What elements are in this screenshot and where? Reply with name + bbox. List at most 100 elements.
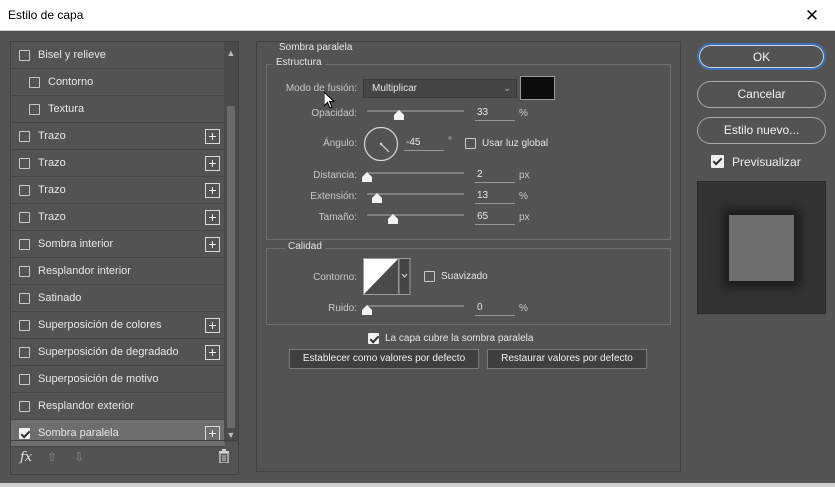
contour-label: Contorno: xyxy=(313,272,357,283)
scroll-thumb[interactable] xyxy=(227,106,235,428)
sidebar-item-checkbox[interactable] xyxy=(19,427,30,439)
sidebar-item[interactable]: Bisel y relieve xyxy=(11,42,225,69)
sidebar-item-label: Superposición de colores xyxy=(38,319,162,331)
fx-icon[interactable]: fx xyxy=(20,450,32,465)
sidebar-item-checkbox[interactable] xyxy=(19,157,30,169)
add-icon[interactable]: + xyxy=(205,318,220,333)
scroll-up-icon[interactable]: ▲ xyxy=(226,48,236,58)
size-unit: px xyxy=(519,212,530,223)
sidebar-item[interactable]: Trazo + xyxy=(11,177,225,204)
sidebar-item[interactable]: Trazo + xyxy=(11,204,225,231)
sidebar-item-checkbox[interactable] xyxy=(19,319,30,331)
sidebar-item-checkbox[interactable] xyxy=(19,238,30,250)
sidebar-item-label: Trazo xyxy=(38,184,66,196)
sidebar-item-checkbox[interactable] xyxy=(19,184,30,196)
sidebar-item-checkbox[interactable] xyxy=(19,265,30,277)
sidebar-item[interactable]: Resplandor interior xyxy=(11,258,225,285)
sidebar-item-label: Superposición de motivo xyxy=(38,373,159,385)
antialias-checkbox[interactable] xyxy=(424,271,435,282)
opacity-input[interactable]: 33 xyxy=(475,106,515,121)
size-track[interactable] xyxy=(367,214,464,216)
angle-input[interactable]: -45 xyxy=(404,136,444,151)
spread-input[interactable]: 13 xyxy=(475,189,515,204)
contour-picker[interactable] xyxy=(363,258,411,296)
sidebar-item[interactable]: Superposición de motivo xyxy=(11,366,225,393)
spread-label: Extensión: xyxy=(310,191,357,202)
preview-checkbox[interactable] xyxy=(711,155,724,168)
global-light-checkbox[interactable] xyxy=(465,138,476,149)
close-icon[interactable]: ✕ xyxy=(789,0,835,31)
spread-slider-knob[interactable] xyxy=(371,193,382,203)
mouse-cursor-icon xyxy=(324,92,336,109)
opacity-track[interactable] xyxy=(367,110,464,112)
preview-label: Previsualizar xyxy=(732,155,801,169)
blend-mode-value: Multiplicar xyxy=(372,83,418,94)
move-down-icon[interactable]: ⇩ xyxy=(74,450,84,464)
sidebar-item[interactable]: Superposición de degradado + xyxy=(11,339,225,366)
opacity-label: Opacidad: xyxy=(311,108,357,119)
sidebar-item-checkbox[interactable] xyxy=(19,211,30,223)
blend-mode-select[interactable]: Multiplicar ⌄ xyxy=(363,79,517,98)
scroll-down-icon[interactable]: ▼ xyxy=(226,430,236,440)
add-icon[interactable]: + xyxy=(205,426,220,441)
sidebar-scrollbar[interactable]: ▲ ▼ xyxy=(224,42,238,442)
sidebar-item-checkbox[interactable] xyxy=(19,373,30,385)
noise-unit: % xyxy=(519,303,528,314)
sidebar-item[interactable]: Sombra interior + xyxy=(11,231,225,258)
sidebar-item-checkbox[interactable] xyxy=(19,292,30,304)
noise-slider-knob[interactable] xyxy=(362,305,372,315)
add-icon[interactable]: + xyxy=(205,129,220,144)
sidebar-item[interactable]: Superposición de colores + xyxy=(11,312,225,339)
sidebar-item-checkbox[interactable] xyxy=(19,49,30,61)
sidebar-item-label: Trazo xyxy=(38,211,66,223)
distance-unit: px xyxy=(519,170,530,181)
knockout-checkbox[interactable] xyxy=(368,333,379,344)
sidebar-item-checkbox[interactable] xyxy=(29,76,40,88)
sidebar-item[interactable]: Textura xyxy=(11,96,225,123)
shadow-color-swatch[interactable] xyxy=(520,76,555,100)
preview-swatch xyxy=(729,215,794,281)
angle-dial[interactable] xyxy=(363,126,399,162)
sidebar-item[interactable]: Contorno xyxy=(11,69,225,96)
move-up-icon[interactable]: ⇧ xyxy=(47,450,57,464)
trash-icon[interactable] xyxy=(218,449,230,463)
sidebar-item-label: Sombra paralela xyxy=(38,427,119,439)
set-default-button[interactable]: Establecer como valores por defecto xyxy=(289,349,479,369)
cancel-button[interactable]: Cancelar xyxy=(697,81,826,108)
sidebar-item[interactable]: Trazo + xyxy=(11,150,225,177)
opacity-slider-knob[interactable] xyxy=(394,110,404,120)
noise-track[interactable] xyxy=(367,305,464,307)
distance-label: Distancia: xyxy=(313,170,357,181)
distance-input[interactable]: 2 xyxy=(475,168,515,183)
new-style-button[interactable]: Estilo nuevo... xyxy=(697,117,826,144)
noise-input[interactable]: 0 xyxy=(475,301,515,316)
size-input[interactable]: 65 xyxy=(475,210,515,225)
add-icon[interactable]: + xyxy=(205,156,220,171)
size-slider-knob[interactable] xyxy=(388,214,399,224)
reset-default-button[interactable]: Restaurar valores por defecto xyxy=(487,349,647,369)
sidebar-item[interactable]: Resplandor exterior xyxy=(11,393,225,420)
sidebar-item-label: Satinado xyxy=(38,292,82,304)
styles-sidebar: Bisel y relieve Contorno Textura Trazo + Traz… xyxy=(10,41,239,475)
add-icon[interactable]: + xyxy=(205,183,220,198)
opacity-unit: % xyxy=(519,108,528,119)
sidebar-item-label: Textura xyxy=(48,103,85,115)
antialias-label: Suavizado xyxy=(441,271,488,282)
size-label: Tamaño: xyxy=(318,212,357,223)
structure-title: Estructura xyxy=(273,57,325,68)
add-icon[interactable]: + xyxy=(205,345,220,360)
sidebar-item-checkbox[interactable] xyxy=(19,346,30,358)
add-icon[interactable]: + xyxy=(205,237,220,252)
sidebar-item[interactable]: Satinado xyxy=(11,285,225,312)
sidebar-item-checkbox[interactable] xyxy=(19,400,30,412)
distance-slider-knob[interactable] xyxy=(362,172,372,182)
spread-unit: % xyxy=(519,191,528,202)
global-light-label: Usar luz global xyxy=(482,138,549,149)
add-icon[interactable]: + xyxy=(205,210,220,225)
distance-track[interactable] xyxy=(367,172,464,174)
ok-button[interactable]: OK xyxy=(697,43,826,70)
sidebar-item-checkbox[interactable] xyxy=(19,130,30,142)
sidebar-item[interactable]: Trazo + xyxy=(11,123,225,150)
quality-title: Calidad xyxy=(285,241,325,252)
sidebar-item-checkbox[interactable] xyxy=(29,103,40,115)
